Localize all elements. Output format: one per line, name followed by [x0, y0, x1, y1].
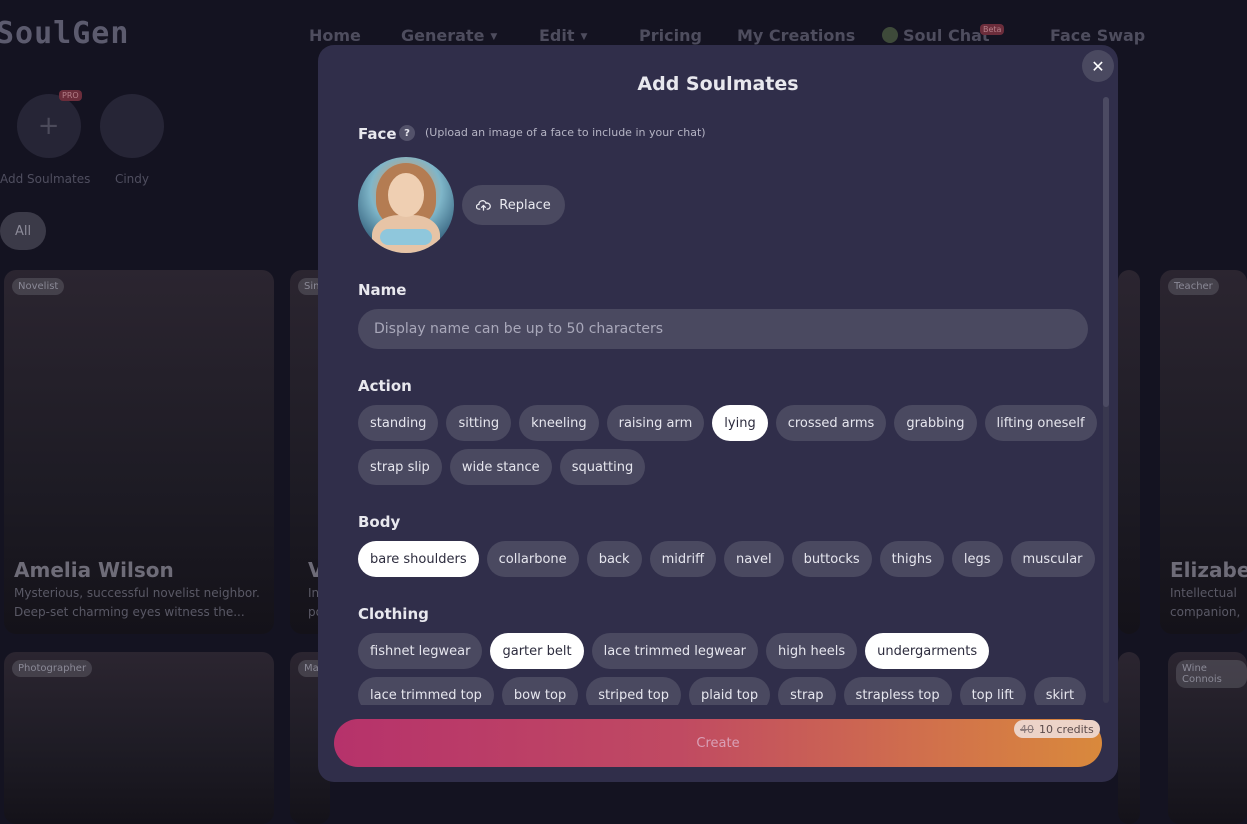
name-input[interactable]: [358, 309, 1088, 349]
modal-form: Face ? (Upload an image of a face to inc…: [358, 115, 1098, 705]
body-chip[interactable]: collarbone: [486, 541, 579, 577]
face-section-title: Face: [358, 125, 397, 143]
action-chip[interactable]: raising arm: [606, 405, 705, 441]
clothing-chip[interactable]: lace trimmed legwear: [591, 633, 759, 669]
action-chips-row: standing sitting kneeling raising arm ly…: [358, 405, 1097, 441]
clothing-chip[interactable]: striped top: [586, 677, 681, 705]
body-section-title: Body: [358, 513, 401, 531]
body-chip[interactable]: buttocks: [791, 541, 872, 577]
face-preview-image: [358, 157, 454, 253]
clothing-chip[interactable]: plaid top: [688, 677, 771, 705]
clothing-chip[interactable]: top lift: [959, 677, 1026, 705]
clothing-chip[interactable]: fishnet legwear: [358, 633, 483, 669]
replace-button[interactable]: Replace: [462, 185, 565, 225]
action-section-title: Action: [358, 377, 412, 395]
face-hint: (Upload an image of a face to include in…: [425, 126, 706, 139]
clothing-section-title: Clothing: [358, 605, 429, 623]
body-chip[interactable]: navel: [724, 541, 784, 577]
action-chip-selected[interactable]: lying: [712, 405, 768, 441]
action-chip[interactable]: squatting: [559, 449, 646, 485]
body-chips-row: bare shoulders collarbone back midriff n…: [358, 541, 1095, 577]
credits-badge: 40 10 credits: [1014, 720, 1100, 738]
create-label: Create: [696, 735, 740, 751]
name-section-title: Name: [358, 281, 407, 299]
clothing-chip[interactable]: bow top: [501, 677, 579, 705]
action-chip[interactable]: strap slip: [358, 449, 442, 485]
body-chip-selected[interactable]: bare shoulders: [358, 541, 479, 577]
action-chip[interactable]: crossed arms: [775, 405, 887, 441]
clothing-chips-row: lace trimmed top bow top striped top pla…: [358, 677, 1087, 705]
add-soulmates-modal: Add Soulmates ✕ Face ? (Upload an image …: [318, 45, 1118, 782]
action-chip[interactable]: grabbing: [894, 405, 977, 441]
body-chip[interactable]: thighs: [879, 541, 944, 577]
clothing-chip[interactable]: high heels: [766, 633, 858, 669]
clothing-chip[interactable]: strap: [778, 677, 836, 705]
clothing-chip[interactable]: strapless top: [843, 677, 952, 705]
old-credits: 40: [1020, 722, 1034, 736]
action-chip[interactable]: wide stance: [449, 449, 552, 485]
action-chip[interactable]: sitting: [446, 405, 512, 441]
modal-scrollbar[interactable]: [1103, 97, 1109, 703]
avatar-face: [388, 173, 424, 217]
clothing-chip-selected[interactable]: garter belt: [490, 633, 584, 669]
help-icon[interactable]: ?: [399, 125, 415, 141]
action-chip[interactable]: lifting oneself: [984, 405, 1097, 441]
modal-title: Add Soulmates: [637, 73, 799, 95]
clothing-chip-selected[interactable]: undergarments: [865, 633, 990, 669]
cloud-upload-icon: [476, 200, 492, 211]
action-chips-row: strap slip wide stance squatting: [358, 449, 646, 485]
action-chip[interactable]: kneeling: [519, 405, 599, 441]
clothing-chip[interactable]: lace trimmed top: [358, 677, 494, 705]
avatar-top: [380, 229, 432, 245]
body-chip[interactable]: midriff: [649, 541, 717, 577]
replace-label: Replace: [499, 197, 551, 213]
create-button[interactable]: Create: [334, 719, 1102, 767]
body-chip[interactable]: back: [586, 541, 642, 577]
scrollbar-thumb[interactable]: [1103, 97, 1109, 407]
body-chip[interactable]: muscular: [1010, 541, 1095, 577]
close-button[interactable]: ✕: [1082, 50, 1114, 82]
action-chip[interactable]: standing: [358, 405, 439, 441]
clothing-chip[interactable]: skirt: [1033, 677, 1087, 705]
close-icon: ✕: [1091, 56, 1105, 76]
body-chip[interactable]: legs: [951, 541, 1003, 577]
credits-cost: 10 credits: [1039, 722, 1094, 736]
clothing-chips-row: fishnet legwear garter belt lace trimmed…: [358, 633, 990, 669]
